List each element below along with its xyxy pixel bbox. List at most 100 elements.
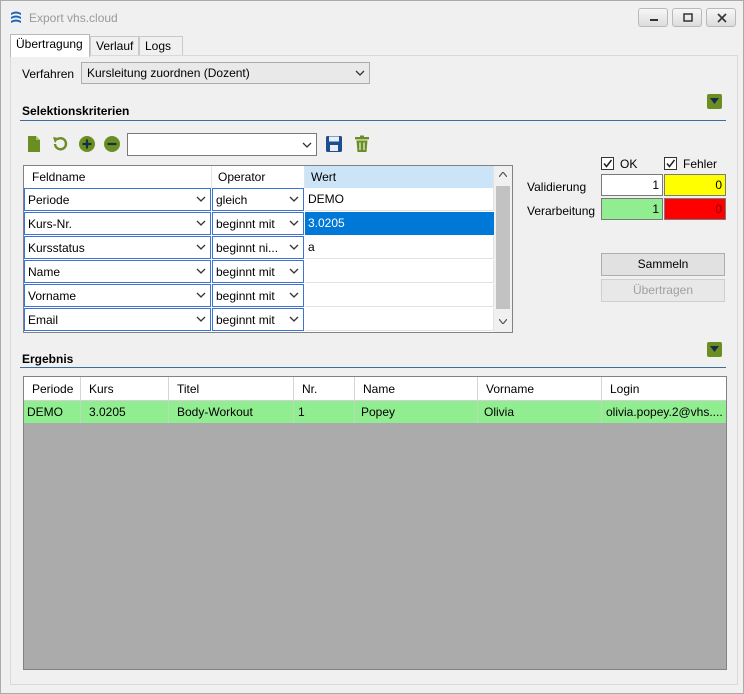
chevron-down-icon <box>289 244 299 250</box>
chevron-down-icon <box>355 70 365 76</box>
title-bar: Export vhs.cloud <box>1 1 743 33</box>
chevron-down-icon <box>196 316 206 322</box>
feldname-select[interactable]: Kurs-Nr. <box>24 212 211 235</box>
chevron-down-icon <box>710 346 719 352</box>
column-header-feldname[interactable]: Feldname <box>24 166 212 188</box>
tab-verlauf[interactable]: Verlauf <box>90 36 139 56</box>
column-header-name[interactable]: Name <box>355 377 478 401</box>
selektion-title: Selektionskriterien <box>22 104 130 118</box>
verarbeitung-fehler-count: 0 <box>664 198 726 220</box>
uebertragen-button[interactable]: Übertragen <box>601 279 725 302</box>
criteria-scrollbar[interactable] <box>494 166 512 332</box>
chevron-down-icon <box>196 244 206 250</box>
column-header-operator[interactable]: Operator <box>212 166 305 188</box>
chevron-down-icon <box>196 292 206 298</box>
verfahren-value: Kursleitung zuordnen (Dozent) <box>87 66 250 80</box>
window-title: Export vhs.cloud <box>29 11 118 25</box>
validierung-fehler-count: 0 <box>664 174 726 196</box>
wert-cell[interactable] <box>305 260 494 283</box>
filter-preset-combo[interactable] <box>127 133 317 156</box>
minimize-icon <box>650 19 658 21</box>
wert-cell-selected[interactable]: 3.0205 <box>305 212 494 235</box>
chevron-down-icon <box>710 98 719 104</box>
operator-select[interactable]: gleich <box>212 188 304 211</box>
collapse-selektion-button[interactable] <box>707 94 722 109</box>
operator-select[interactable]: beginnt mit <box>212 260 304 283</box>
column-header-nr[interactable]: Nr. <box>294 377 355 401</box>
validierung-label: Validierung <box>527 180 587 194</box>
new-document-icon[interactable] <box>25 135 43 153</box>
ergebnis-title: Ergebnis <box>22 352 74 366</box>
export-window: Export vhs.cloud Übertragung Verlauf Log… <box>0 0 744 694</box>
app-logo-icon <box>11 11 21 23</box>
undo-icon[interactable] <box>51 135 69 153</box>
remove-icon[interactable] <box>103 135 121 153</box>
column-header-wert[interactable]: Wert <box>305 166 494 188</box>
chevron-down-icon <box>196 196 206 202</box>
cell-login: olivia.popey.2@vhs.... <box>606 405 723 419</box>
feldname-select[interactable]: Vorname <box>24 284 211 307</box>
checkmark-icon <box>666 159 676 168</box>
scroll-down-icon[interactable] <box>499 319 507 324</box>
chevron-down-icon <box>302 142 312 148</box>
chevron-down-icon <box>289 220 299 226</box>
maximize-button[interactable] <box>672 8 702 27</box>
chevron-down-icon <box>196 268 206 274</box>
cell-titel: Body-Workout <box>169 401 294 423</box>
tab-logs[interactable]: Logs <box>139 36 183 56</box>
feldname-select[interactable]: Email <box>24 308 211 331</box>
tab-uebertragung[interactable]: Übertragung <box>10 34 90 57</box>
chevron-down-icon <box>289 292 299 298</box>
feldname-select[interactable]: Periode <box>24 188 211 211</box>
column-header-titel[interactable]: Titel <box>169 377 294 401</box>
chevron-down-icon <box>289 196 299 202</box>
operator-select[interactable]: beginnt ni... <box>212 236 304 259</box>
chevron-down-icon <box>289 268 299 274</box>
wert-cell[interactable] <box>305 308 494 331</box>
collapse-ergebnis-button[interactable] <box>707 342 722 357</box>
section-divider <box>20 367 726 368</box>
cell-vorname: Olivia <box>478 401 602 423</box>
column-header-vorname[interactable]: Vorname <box>478 377 602 401</box>
scrollbar-thumb[interactable] <box>496 186 510 309</box>
wert-cell[interactable]: a <box>305 236 494 259</box>
column-header-kurs[interactable]: Kurs <box>81 377 169 401</box>
operator-select[interactable]: beginnt mit <box>212 212 304 235</box>
result-header: Periode Kurs Titel Nr. Name Vorname Logi… <box>24 377 726 401</box>
ok-label: OK <box>620 157 638 171</box>
column-header-login[interactable]: Login <box>602 377 726 401</box>
criteria-grid: Feldname Operator Wert Periode gleich DE… <box>23 165 513 333</box>
chevron-down-icon <box>196 220 206 226</box>
cell-nr: 1 <box>294 401 355 423</box>
result-grid: Periode Kurs Titel Nr. Name Vorname Logi… <box>23 376 727 670</box>
cell-name: Popey <box>355 401 478 423</box>
operator-select[interactable]: beginnt mit <box>212 308 304 331</box>
validierung-ok-count: 1 <box>601 174 663 196</box>
section-divider <box>20 120 726 121</box>
cell-periode: DEMO <box>24 401 81 423</box>
verarbeitung-ok-count: 1 <box>601 198 663 220</box>
save-icon[interactable] <box>325 135 343 153</box>
wert-cell[interactable] <box>305 284 494 307</box>
column-header-periode[interactable]: Periode <box>24 377 81 401</box>
verfahren-label: Verfahren <box>22 67 75 81</box>
close-button[interactable] <box>706 8 736 27</box>
fehler-checkbox[interactable] <box>664 157 677 170</box>
add-icon[interactable] <box>78 135 96 153</box>
operator-select[interactable]: beginnt mit <box>212 284 304 307</box>
feldname-select[interactable]: Kursstatus <box>24 236 211 259</box>
wert-cell[interactable]: DEMO <box>305 188 494 211</box>
chevron-down-icon <box>289 316 299 322</box>
table-row[interactable]: DEMO 3.0205 Body-Workout 1 Popey Olivia … <box>24 401 726 423</box>
maximize-icon <box>683 13 693 22</box>
ok-checkbox[interactable] <box>601 157 614 170</box>
close-icon <box>717 13 727 23</box>
checkmark-icon <box>603 159 613 168</box>
scroll-up-icon[interactable] <box>499 172 507 177</box>
sammeln-button[interactable]: Sammeln <box>601 253 725 276</box>
delete-icon[interactable] <box>353 135 371 153</box>
fehler-label: Fehler <box>683 157 718 171</box>
minimize-button[interactable] <box>638 8 668 27</box>
verfahren-select[interactable]: Kursleitung zuordnen (Dozent) <box>81 62 370 84</box>
feldname-select[interactable]: Name <box>24 260 211 283</box>
